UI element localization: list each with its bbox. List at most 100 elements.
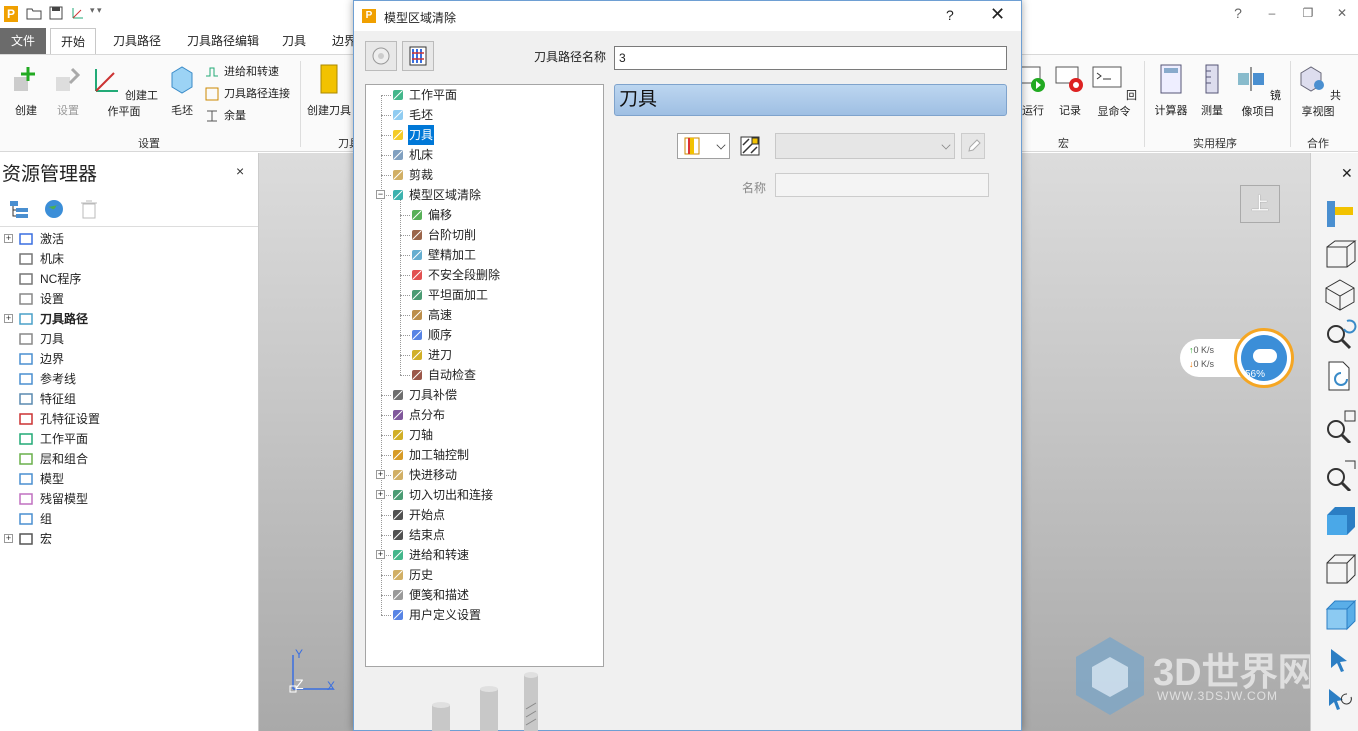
dialog-close-button[interactable]: ✕ — [990, 4, 1005, 25]
iso-view-icon[interactable] — [1323, 277, 1357, 311]
workplane-quick-icon[interactable] — [70, 5, 86, 21]
tree-item-label: 刀具补偿 — [409, 388, 458, 402]
refresh-document-icon[interactable] — [1323, 359, 1357, 393]
blank-button[interactable]: 毛坯 — [162, 63, 202, 118]
create-tool-button[interactable]: 创建刀具 — [306, 63, 352, 118]
create-button[interactable]: 创建 — [6, 63, 46, 118]
shaded-cube-icon[interactable] — [1323, 503, 1357, 537]
tree-item-workplane[interactable]: 工作平面 — [366, 85, 603, 105]
tree-item-blank[interactable]: 毛坯 — [366, 105, 603, 125]
expand-plus-icon[interactable]: + — [4, 534, 13, 543]
tree-item-order[interactable]: 顺序 — [366, 325, 603, 345]
feed-rate-button[interactable]: 进给和转速 — [204, 63, 279, 81]
tool-select[interactable] — [775, 133, 955, 159]
tree-item-offset[interactable]: 偏移 — [366, 205, 603, 225]
save-icon[interactable] — [48, 5, 64, 21]
tree-item-history[interactable]: 历史 — [366, 565, 603, 585]
expand-plus-icon[interactable]: + — [376, 490, 385, 499]
tool-type-select[interactable] — [677, 133, 730, 159]
globe-icon[interactable] — [44, 199, 64, 219]
expand-plus-icon[interactable]: + — [376, 470, 385, 479]
view-mode-toggle-button[interactable] — [402, 41, 434, 71]
flat-icon — [412, 290, 422, 300]
tree-item-feed[interactable]: + 进给和转速 — [366, 545, 603, 565]
create-workplane-button[interactable]: 创建工作平面 — [88, 63, 160, 119]
allowance-button[interactable]: 余量 — [204, 107, 246, 125]
tree-item-unsafe[interactable]: 不安全段删除 — [366, 265, 603, 285]
view-machine-icon[interactable] — [1323, 197, 1357, 231]
tab-home[interactable]: 开始 — [50, 28, 97, 54]
tree-item-step[interactable]: 台阶切削 — [366, 225, 603, 245]
restore-icon[interactable]: ❐ — [1298, 4, 1318, 22]
tab-toolpath-edit[interactable]: 刀具路径编辑 — [177, 28, 269, 54]
view-cube-top-button[interactable]: 上 — [1240, 185, 1280, 223]
tree-item-autocheck[interactable]: 自动检查 — [366, 365, 603, 385]
measure-button[interactable]: 测量 — [1196, 63, 1228, 118]
tree-view-icon[interactable] — [8, 199, 30, 221]
toolpath-connect-button[interactable]: 刀具路径连接 — [204, 85, 290, 103]
tool-name-input[interactable] — [775, 173, 989, 197]
select-cursor-icon[interactable] — [1323, 645, 1357, 679]
tree-item-highspeed[interactable]: 高速 — [366, 305, 603, 325]
tab-tool[interactable]: 刀具 — [272, 28, 316, 54]
edit-tool-button[interactable] — [961, 133, 985, 159]
zoom-rotate-icon[interactable] — [1323, 317, 1357, 351]
tree-item-trim[interactable]: 剪裁 — [366, 165, 603, 185]
expand-plus-icon[interactable]: + — [4, 314, 13, 323]
select-undo-icon[interactable] — [1323, 683, 1357, 717]
expand-plus-icon[interactable]: + — [376, 550, 385, 559]
tree-item-leadin[interactable]: 进刀 — [366, 345, 603, 365]
tool-pattern-icon[interactable] — [739, 135, 761, 157]
expand-plus-icon[interactable]: + — [4, 234, 13, 243]
tree-item-axiscontrol[interactable]: 加工轴控制 — [366, 445, 603, 465]
help-circle-icon[interactable]: ? — [1228, 4, 1248, 22]
tree-item-leads[interactable]: + 切入切出和连接 — [366, 485, 603, 505]
wireframe-cube-icon[interactable] — [1323, 237, 1357, 271]
record-button[interactable]: 记录 — [1054, 63, 1086, 118]
tree-item-wall[interactable]: 壁精加工 — [366, 245, 603, 265]
zoom-extents-icon[interactable] — [1323, 409, 1357, 443]
tree-item-area-clear[interactable]: − 模型区域清除 — [366, 185, 603, 205]
dialog-help-button[interactable]: ? — [946, 7, 954, 23]
quick-access-dropdown-icon[interactable]: ▾ ▾ — [90, 5, 106, 21]
wire-cube-icon[interactable] — [1323, 551, 1357, 585]
run-button[interactable]: 运行 — [1018, 63, 1048, 118]
open-folder-icon[interactable] — [26, 5, 42, 21]
explorer-close-icon[interactable]: × — [236, 163, 244, 179]
name-label: 名称 — [741, 181, 766, 195]
tree-guide-line — [400, 215, 410, 216]
settings-button[interactable]: 设置 — [50, 63, 86, 118]
tree-item-toolcomp[interactable]: 刀具补偿 — [366, 385, 603, 405]
tree-item-user[interactable]: 用户定义设置 — [366, 605, 603, 625]
template-toggle-button[interactable] — [365, 41, 397, 71]
assistant-ball[interactable]: 56% — [1234, 328, 1294, 388]
trash-icon[interactable] — [80, 199, 98, 219]
mirror-item-button[interactable]: 镜像项目 — [1232, 63, 1284, 119]
close-app-icon[interactable]: ✕ — [1332, 4, 1352, 22]
tree-item-notes[interactable]: 便笺和描述 — [366, 585, 603, 605]
view-toolbar-close-icon[interactable]: ✕ — [1341, 165, 1353, 182]
tree-item-endpt[interactable]: 结束点 — [366, 525, 603, 545]
tree-item-label: 进给和转速 — [409, 548, 470, 562]
leadin-icon — [412, 350, 422, 360]
explorer-item-icon — [19, 373, 33, 385]
minimize-icon[interactable]: – — [1262, 4, 1282, 22]
shaded-wire-cube-icon[interactable] — [1323, 597, 1357, 631]
calculator-button[interactable]: 计算器 — [1150, 63, 1192, 118]
zoom-window-icon[interactable] — [1323, 457, 1357, 491]
tab-file[interactable]: 文件 — [0, 28, 46, 54]
tree-item-flat[interactable]: 平坦面加工 — [366, 285, 603, 305]
area-clear-icon — [393, 190, 403, 200]
collapse-minus-icon[interactable]: − — [376, 190, 385, 199]
tab-toolpaths[interactable]: 刀具路径 — [103, 28, 171, 54]
tree-item-tool[interactable]: 刀具 — [366, 125, 603, 145]
echo-command-button[interactable]: 回显命令 — [1090, 63, 1138, 119]
share-view-button[interactable]: 共享视图 — [1294, 63, 1342, 119]
tree-item-points[interactable]: 点分布 — [366, 405, 603, 425]
net-up-value: 0 K/s — [1193, 345, 1215, 355]
tree-item-rapid[interactable]: + 快进移动 — [366, 465, 603, 485]
tree-item-toolaxis[interactable]: 刀轴 — [366, 425, 603, 445]
toolpath-name-input[interactable]: 3 — [614, 46, 1007, 70]
tree-item-startpt[interactable]: 开始点 — [366, 505, 603, 525]
tree-item-machine[interactable]: 机床 — [366, 145, 603, 165]
